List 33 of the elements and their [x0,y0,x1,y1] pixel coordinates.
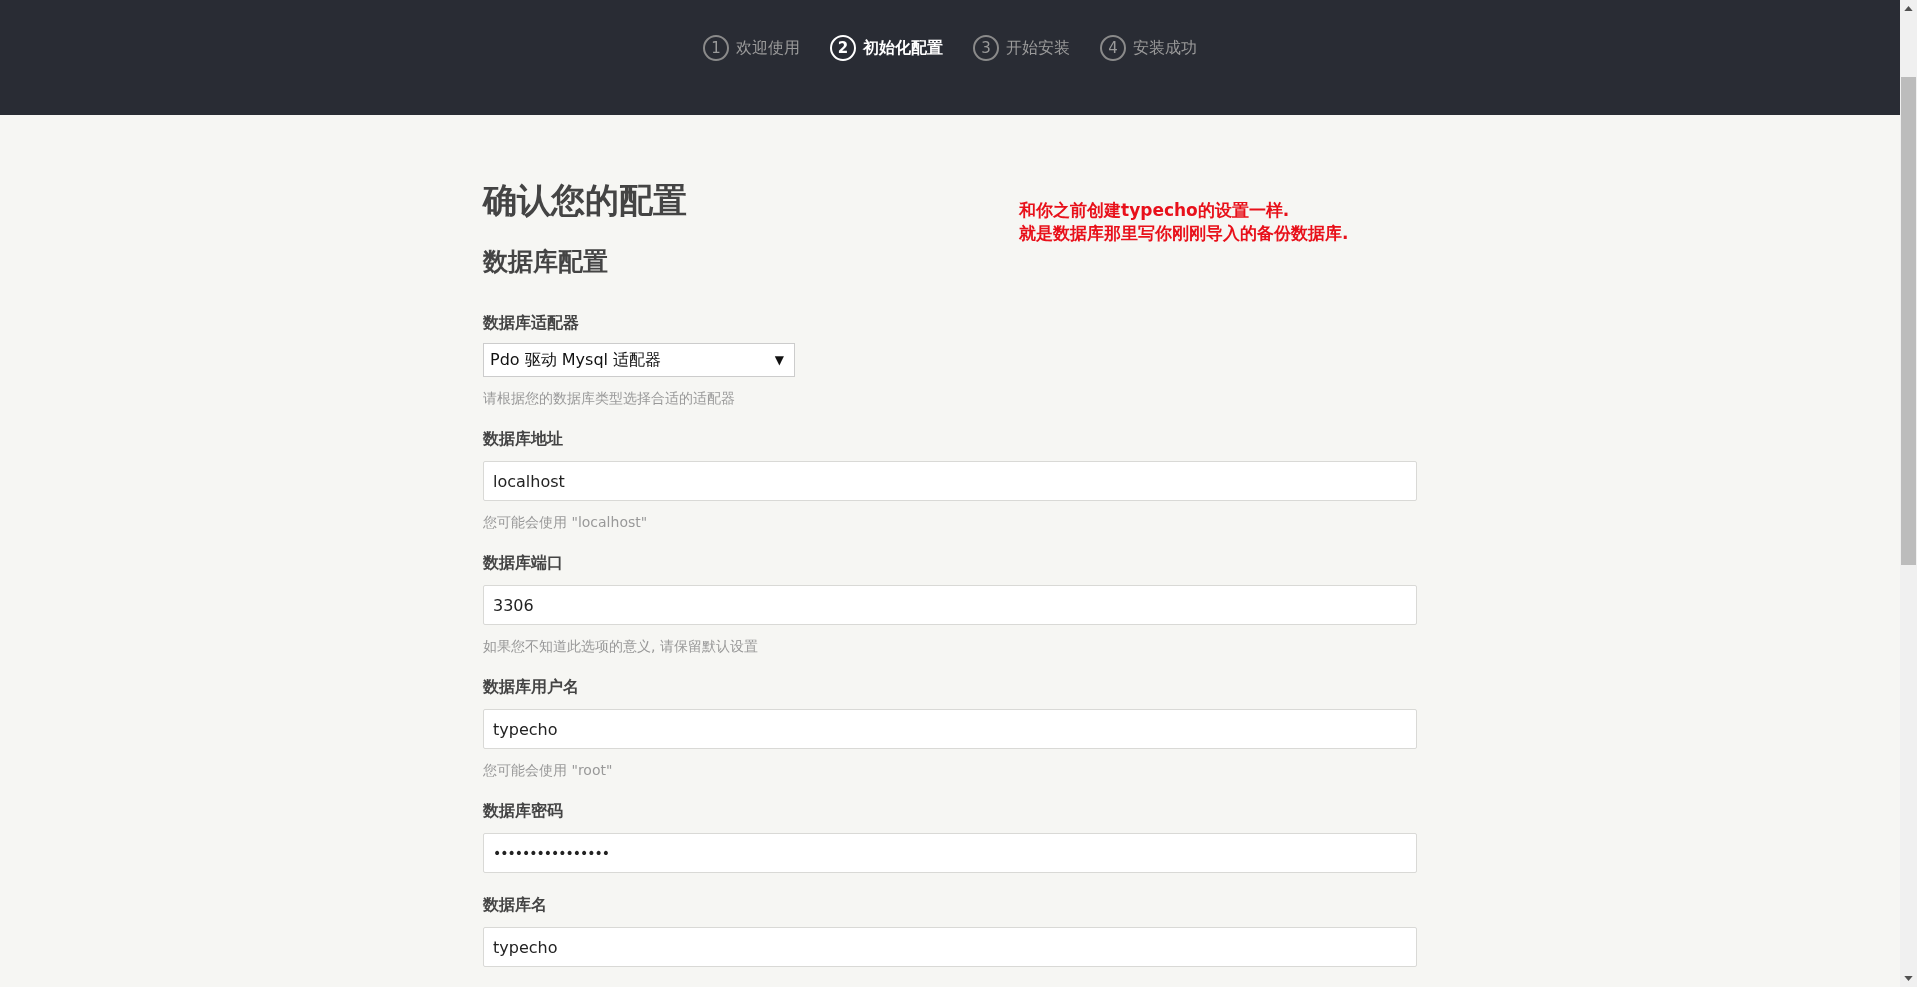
field-hint: 如果您不知道此选项的意义, 请保留默认设置 [483,637,759,655]
select-field[interactable]: Pdo 驱动 Mysql 适配器 ▼ [483,343,795,377]
caret-icon: ▼ [774,353,784,367]
field-label: 数据库适配器 [483,313,580,333]
field-label: 数据库用户名 [483,677,580,697]
section-title: 数据库配置 [483,246,608,278]
field-hint: 请根据您的数据库类型选择合适的适配器 [483,389,736,407]
field-hint: 您可能会使用 "root" [483,761,614,779]
field-hint: 您可能会使用 "localhost" [483,513,649,531]
field-label: 数据库端口 [483,553,564,573]
scroll-up-icon[interactable] [1904,6,1913,11]
step-label: 开始安装 [1006,37,1070,59]
step-label: 安装成功 [1133,37,1197,59]
step-number: 1 [703,35,729,61]
step-label: 欢迎使用 [736,37,800,59]
scrollbar-thumb[interactable] [1901,77,1916,565]
input-field[interactable]: typecho [483,927,1417,967]
field-label: 数据库名 [483,895,548,915]
step-number: 3 [973,35,999,61]
field-label: 数据库密码 [483,801,564,821]
input-field[interactable]: typecho [483,709,1417,749]
input-field[interactable]: localhost [483,461,1417,501]
scroll-down-icon[interactable] [1904,976,1913,981]
annotation-text: 就是数据库那里写你刚刚导入的备份数据库. [1019,222,1349,245]
step-number: 4 [1100,35,1126,61]
scrollbar[interactable] [1900,0,1917,987]
step-number: 2 [830,35,856,61]
field-label: 数据库地址 [483,429,564,449]
annotation-text: 和你之前创建typecho的设置一样. [1019,199,1291,222]
password-field[interactable]: •••••••••••••••• [483,833,1417,873]
page-title: 确认您的配置 [483,179,687,222]
input-field[interactable]: 3306 [483,585,1417,625]
step-label: 初始化配置 [863,37,943,59]
